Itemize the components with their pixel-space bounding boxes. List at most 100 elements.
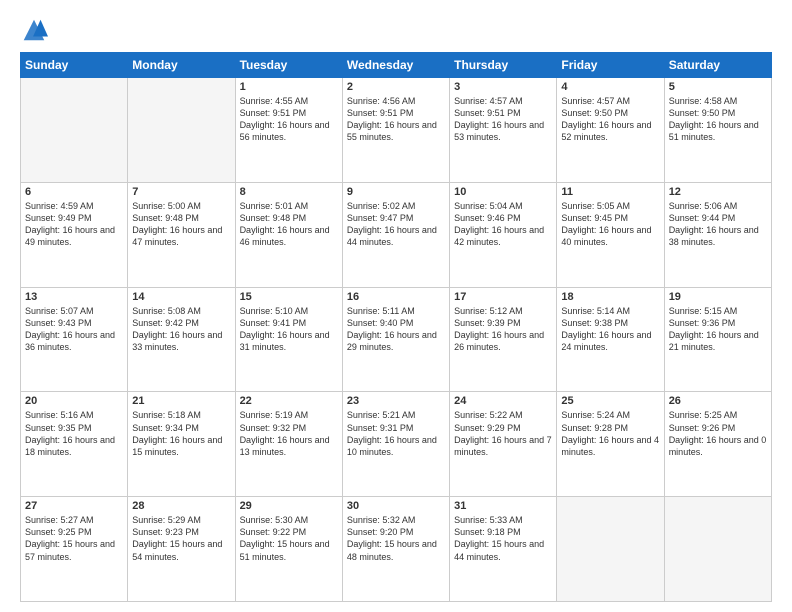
day-number: 2 bbox=[347, 81, 445, 93]
day-number: 27 bbox=[25, 500, 123, 512]
calendar-cell: 17 Sunrise: 5:12 AMSunset: 9:39 PMDayligh… bbox=[450, 287, 557, 392]
cell-info: Sunrise: 5:02 AMSunset: 9:47 PMDaylight:… bbox=[347, 200, 445, 249]
calendar-cell: 12 Sunrise: 5:06 AMSunset: 9:44 PMDayligh… bbox=[664, 182, 771, 287]
calendar-cell: 22 Sunrise: 5:19 AMSunset: 9:32 PMDayligh… bbox=[235, 392, 342, 497]
header bbox=[20, 16, 772, 44]
calendar-header-row: SundayMondayTuesdayWednesdayThursdayFrid… bbox=[21, 53, 772, 78]
calendar-cell: 3 Sunrise: 4:57 AMSunset: 9:51 PMDaylight… bbox=[450, 78, 557, 183]
day-number: 28 bbox=[132, 500, 230, 512]
day-number: 25 bbox=[561, 395, 659, 407]
weekday-header-monday: Monday bbox=[128, 53, 235, 78]
day-number: 4 bbox=[561, 81, 659, 93]
cell-info: Sunrise: 5:10 AMSunset: 9:41 PMDaylight:… bbox=[240, 305, 338, 354]
calendar-cell bbox=[21, 78, 128, 183]
logo-icon bbox=[20, 16, 48, 44]
calendar-cell: 6 Sunrise: 4:59 AMSunset: 9:49 PMDaylight… bbox=[21, 182, 128, 287]
day-number: 26 bbox=[669, 395, 767, 407]
cell-info: Sunrise: 4:57 AMSunset: 9:50 PMDaylight:… bbox=[561, 95, 659, 144]
weekday-header-saturday: Saturday bbox=[664, 53, 771, 78]
cell-info: Sunrise: 5:14 AMSunset: 9:38 PMDaylight:… bbox=[561, 305, 659, 354]
day-number: 6 bbox=[25, 186, 123, 198]
calendar-cell: 13Sunrise: 5:07 AMSunset: 9:43 PMDayligh… bbox=[21, 287, 128, 392]
cell-info: Sunrise: 5:05 AMSunset: 9:45 PMDaylight:… bbox=[561, 200, 659, 249]
calendar-cell: 4 Sunrise: 4:57 AMSunset: 9:50 PMDaylight… bbox=[557, 78, 664, 183]
cell-info: Sunrise: 5:01 AMSunset: 9:48 PMDaylight:… bbox=[240, 200, 338, 249]
weekday-header-wednesday: Wednesday bbox=[342, 53, 449, 78]
day-number: 21 bbox=[132, 395, 230, 407]
day-number: 1 bbox=[240, 81, 338, 93]
day-number: 3 bbox=[454, 81, 552, 93]
day-number: 9 bbox=[347, 186, 445, 198]
day-number: 30 bbox=[347, 500, 445, 512]
calendar-cell: 28 Sunrise: 5:29 AMSunset: 9:23 PMDayligh… bbox=[128, 497, 235, 602]
calendar-cell: 1 Sunrise: 4:55 AMSunset: 9:51 PMDaylight… bbox=[235, 78, 342, 183]
cell-info: Sunrise: 5:21 AMSunset: 9:31 PMDaylight:… bbox=[347, 409, 445, 458]
calendar-cell: 31 Sunrise: 5:33 AMSunset: 9:18 PMDayligh… bbox=[450, 497, 557, 602]
cell-info: Sunrise: 5:06 AMSunset: 9:44 PMDaylight:… bbox=[669, 200, 767, 249]
day-number: 14 bbox=[132, 291, 230, 303]
cell-info: Sunrise: 4:58 AMSunset: 9:50 PMDaylight:… bbox=[669, 95, 767, 144]
calendar-cell: 5 Sunrise: 4:58 AMSunset: 9:50 PMDaylight… bbox=[664, 78, 771, 183]
calendar-cell: 26 Sunrise: 5:25 AMSunset: 9:26 PMDayligh… bbox=[664, 392, 771, 497]
calendar-cell bbox=[557, 497, 664, 602]
calendar-cell: 30 Sunrise: 5:32 AMSunset: 9:20 PMDayligh… bbox=[342, 497, 449, 602]
cell-info: Sunrise: 4:57 AMSunset: 9:51 PMDaylight:… bbox=[454, 95, 552, 144]
cell-info: Sunrise: 5:22 AMSunset: 9:29 PMDaylight:… bbox=[454, 409, 552, 458]
day-number: 5 bbox=[669, 81, 767, 93]
weekday-header-thursday: Thursday bbox=[450, 53, 557, 78]
cell-info: Sunrise: 5:16 AMSunset: 9:35 PMDaylight:… bbox=[25, 409, 123, 458]
day-number: 31 bbox=[454, 500, 552, 512]
weekday-header-tuesday: Tuesday bbox=[235, 53, 342, 78]
weekday-header-friday: Friday bbox=[557, 53, 664, 78]
cell-info: Sunrise: 5:00 AMSunset: 9:48 PMDaylight:… bbox=[132, 200, 230, 249]
cell-info: Sunrise: 5:07 AMSunset: 9:43 PMDaylight:… bbox=[25, 305, 123, 354]
cell-info: Sunrise: 5:19 AMSunset: 9:32 PMDaylight:… bbox=[240, 409, 338, 458]
cell-info: Sunrise: 4:55 AMSunset: 9:51 PMDaylight:… bbox=[240, 95, 338, 144]
week-row-2: 6 Sunrise: 4:59 AMSunset: 9:49 PMDaylight… bbox=[21, 182, 772, 287]
day-number: 12 bbox=[669, 186, 767, 198]
calendar-cell: 16 Sunrise: 5:11 AMSunset: 9:40 PMDayligh… bbox=[342, 287, 449, 392]
day-number: 23 bbox=[347, 395, 445, 407]
cell-info: Sunrise: 5:32 AMSunset: 9:20 PMDaylight:… bbox=[347, 514, 445, 563]
cell-info: Sunrise: 4:56 AMSunset: 9:51 PMDaylight:… bbox=[347, 95, 445, 144]
calendar-cell bbox=[128, 78, 235, 183]
calendar-cell: 23 Sunrise: 5:21 AMSunset: 9:31 PMDayligh… bbox=[342, 392, 449, 497]
calendar-cell: 18 Sunrise: 5:14 AMSunset: 9:38 PMDayligh… bbox=[557, 287, 664, 392]
calendar-cell: 29 Sunrise: 5:30 AMSunset: 9:22 PMDayligh… bbox=[235, 497, 342, 602]
day-number: 16 bbox=[347, 291, 445, 303]
day-number: 17 bbox=[454, 291, 552, 303]
day-number: 29 bbox=[240, 500, 338, 512]
calendar-table: SundayMondayTuesdayWednesdayThursdayFrid… bbox=[20, 52, 772, 602]
cell-info: Sunrise: 5:27 AMSunset: 9:25 PMDaylight:… bbox=[25, 514, 123, 563]
day-number: 8 bbox=[240, 186, 338, 198]
day-number: 11 bbox=[561, 186, 659, 198]
calendar-cell bbox=[664, 497, 771, 602]
cell-info: Sunrise: 5:30 AMSunset: 9:22 PMDaylight:… bbox=[240, 514, 338, 563]
weekday-header-sunday: Sunday bbox=[21, 53, 128, 78]
cell-info: Sunrise: 4:59 AMSunset: 9:49 PMDaylight:… bbox=[25, 200, 123, 249]
cell-info: Sunrise: 5:33 AMSunset: 9:18 PMDaylight:… bbox=[454, 514, 552, 563]
calendar-cell: 8 Sunrise: 5:01 AMSunset: 9:48 PMDaylight… bbox=[235, 182, 342, 287]
calendar-cell: 7 Sunrise: 5:00 AMSunset: 9:48 PMDaylight… bbox=[128, 182, 235, 287]
day-number: 18 bbox=[561, 291, 659, 303]
cell-info: Sunrise: 5:12 AMSunset: 9:39 PMDaylight:… bbox=[454, 305, 552, 354]
day-number: 24 bbox=[454, 395, 552, 407]
cell-info: Sunrise: 5:18 AMSunset: 9:34 PMDaylight:… bbox=[132, 409, 230, 458]
cell-info: Sunrise: 5:25 AMSunset: 9:26 PMDaylight:… bbox=[669, 409, 767, 458]
calendar-cell: 11 Sunrise: 5:05 AMSunset: 9:45 PMDayligh… bbox=[557, 182, 664, 287]
cell-info: Sunrise: 5:11 AMSunset: 9:40 PMDaylight:… bbox=[347, 305, 445, 354]
calendar-cell: 9 Sunrise: 5:02 AMSunset: 9:47 PMDaylight… bbox=[342, 182, 449, 287]
calendar-cell: 24 Sunrise: 5:22 AMSunset: 9:29 PMDayligh… bbox=[450, 392, 557, 497]
calendar-cell: 20 Sunrise: 5:16 AMSunset: 9:35 PMDayligh… bbox=[21, 392, 128, 497]
week-row-5: 27 Sunrise: 5:27 AMSunset: 9:25 PMDayligh… bbox=[21, 497, 772, 602]
day-number: 10 bbox=[454, 186, 552, 198]
week-row-4: 20 Sunrise: 5:16 AMSunset: 9:35 PMDayligh… bbox=[21, 392, 772, 497]
day-number: 20 bbox=[25, 395, 123, 407]
day-number: 22 bbox=[240, 395, 338, 407]
day-number: 7 bbox=[132, 186, 230, 198]
day-number: 19 bbox=[669, 291, 767, 303]
calendar-cell: 25Sunrise: 5:24 AMSunset: 9:28 PMDayligh… bbox=[557, 392, 664, 497]
week-row-1: 1 Sunrise: 4:55 AMSunset: 9:51 PMDaylight… bbox=[21, 78, 772, 183]
calendar-cell: 27 Sunrise: 5:27 AMSunset: 9:25 PMDayligh… bbox=[21, 497, 128, 602]
cell-info: Sunrise: 5:29 AMSunset: 9:23 PMDaylight:… bbox=[132, 514, 230, 563]
